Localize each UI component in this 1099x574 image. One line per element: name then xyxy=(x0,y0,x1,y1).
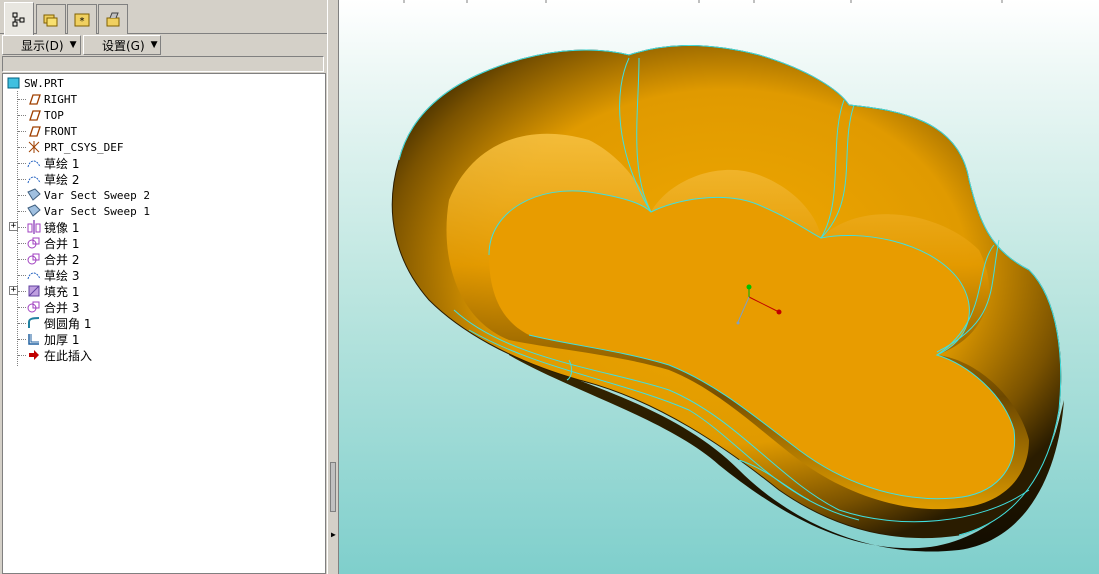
tree-connector-line xyxy=(18,259,26,260)
show-menu-button[interactable]: 显示(D) ▼ xyxy=(2,35,81,55)
tree-toolbar: 显示(D) ▼ 设置(G) ▼ xyxy=(0,35,327,55)
insert-here-icon xyxy=(29,350,39,360)
tab-favorites[interactable]: * xyxy=(67,4,97,34)
datum-plane-icon xyxy=(29,126,41,137)
tree-item-label: 草绘 3 xyxy=(44,268,80,283)
tree-item-label: 加厚 1 xyxy=(44,332,80,347)
tree-root-label: SW.PRT xyxy=(24,76,64,90)
tree-item-label: 在此插入 xyxy=(44,348,93,363)
tree-item-label: 合并 2 xyxy=(44,252,80,267)
model-tree-panel: * 显示(D) ▼ 设置(G) ▼ SW.PRT RIGHT TOP FRONT… xyxy=(0,0,327,574)
model-tree-icon xyxy=(12,12,25,27)
tree-item[interactable]: 草绘 1 xyxy=(27,155,79,171)
settings-menu-label: 设置(G) xyxy=(102,38,145,53)
datum-plane-icon xyxy=(29,94,41,105)
tree-expander-icon[interactable]: + xyxy=(9,286,18,295)
tree-connector-line xyxy=(18,275,26,276)
tree-item[interactable]: 加厚 1 xyxy=(27,331,79,347)
merge-icon xyxy=(27,237,40,249)
tree-connector-line xyxy=(18,307,26,308)
tree-item-label: RIGHT xyxy=(44,92,78,106)
sketch-icon xyxy=(27,160,41,168)
connections-icon xyxy=(106,12,120,26)
tree-connector-line xyxy=(18,115,26,116)
tray-model[interactable] xyxy=(339,0,1099,574)
favorites-icon: * xyxy=(74,13,90,27)
tab-model-tree[interactable] xyxy=(4,2,34,35)
tree-item[interactable]: 合并 1 xyxy=(27,235,79,251)
part-icon xyxy=(7,77,20,89)
dropdown-arrow-icon: ▼ xyxy=(150,40,158,50)
show-menu-label: 显示(D) xyxy=(21,38,64,53)
csys-icon xyxy=(28,141,40,153)
tab-folder-browser[interactable] xyxy=(36,4,66,34)
tree-item-label: FRONT xyxy=(44,124,78,138)
datum-plane-icon xyxy=(29,110,41,121)
tree-item[interactable]: 在此插入 xyxy=(27,347,92,363)
tree-item[interactable]: 镜像 1 xyxy=(27,219,79,235)
sketch-icon xyxy=(27,176,41,184)
tree-expander-icon[interactable]: + xyxy=(9,222,18,231)
tree-item-label: 合并 3 xyxy=(44,300,80,315)
tree-connector-line xyxy=(18,195,26,196)
tree-connector-line xyxy=(18,163,26,164)
tree-item-label: 填充 1 xyxy=(44,284,80,299)
tree-connector-line xyxy=(18,131,26,132)
tree-item-label: 合并 1 xyxy=(44,236,80,251)
tree-item-label: 草绘 2 xyxy=(44,172,80,187)
tab-connections[interactable] xyxy=(98,4,128,34)
sweep-icon xyxy=(27,204,41,217)
tree-item[interactable]: TOP xyxy=(27,107,64,123)
mirror-icon xyxy=(27,220,41,234)
svg-text:*: * xyxy=(79,16,85,27)
tree-connector-line xyxy=(18,323,26,324)
settings-menu-button[interactable]: 设置(G) ▼ xyxy=(83,35,161,55)
tree-connector-line xyxy=(18,99,26,100)
tree-item[interactable]: 草绘 3 xyxy=(27,267,79,283)
splitter-grip[interactable] xyxy=(330,462,336,512)
tree-item-label: PRT_CSYS_DEF xyxy=(44,140,124,154)
tree-item[interactable]: 倒圆角 1 xyxy=(27,315,91,331)
merge-icon xyxy=(27,301,40,313)
model-tree: SW.PRT RIGHT TOP FRONT PRT_CSYS_DEF 草绘 1 草绘 2… xyxy=(2,73,326,574)
dropdown-arrow-icon: ▼ xyxy=(69,40,77,50)
tree-item[interactable]: RIGHT xyxy=(27,91,77,107)
tree-root[interactable]: SW.PRT xyxy=(7,75,64,91)
sketch-icon xyxy=(27,272,41,280)
tree-item[interactable]: Var Sect Sweep 2 xyxy=(27,187,150,203)
collapse-arrow-icon[interactable]: ▶ xyxy=(331,530,336,539)
thicken-icon xyxy=(28,334,39,345)
tree-item-label: Var Sect Sweep 2 xyxy=(44,188,150,202)
tree-item[interactable]: FRONT xyxy=(27,123,77,139)
tree-connector-line xyxy=(18,179,26,180)
tree-item[interactable]: PRT_CSYS_DEF xyxy=(27,139,123,155)
tree-item-label: 镜像 1 xyxy=(44,220,80,235)
merge-icon xyxy=(27,253,40,265)
tree-filter-bar[interactable] xyxy=(2,56,324,72)
round-icon xyxy=(28,317,40,328)
tree-connector-line xyxy=(18,291,26,292)
tree-connector-line xyxy=(18,211,26,212)
tree-item[interactable]: Var Sect Sweep 1 xyxy=(27,203,150,219)
tree-connector-line xyxy=(18,227,26,228)
navigator-tab-bar: * xyxy=(0,0,327,35)
sweep-icon xyxy=(27,188,41,201)
tree-item[interactable]: 填充 1 xyxy=(27,283,79,299)
tree-connector-line xyxy=(18,355,26,356)
tree-item-label: TOP xyxy=(44,108,64,122)
tree-connector-line xyxy=(18,339,26,340)
tree-item-label: Var Sect Sweep 1 xyxy=(44,204,150,218)
tree-item[interactable]: 草绘 2 xyxy=(27,171,79,187)
tree-item[interactable]: 合并 3 xyxy=(27,299,79,315)
graphics-viewport[interactable] xyxy=(339,0,1099,574)
folder-browser-icon xyxy=(43,14,58,26)
tree-item-label: 倒圆角 1 xyxy=(44,316,92,331)
tree-connector-line xyxy=(18,243,26,244)
tree-item[interactable]: 合并 2 xyxy=(27,251,79,267)
panel-splitter[interactable]: ▶ xyxy=(327,0,339,574)
tree-item-label: 草绘 1 xyxy=(44,156,80,171)
fill-icon xyxy=(28,285,40,297)
tree-connector-line xyxy=(18,147,26,148)
